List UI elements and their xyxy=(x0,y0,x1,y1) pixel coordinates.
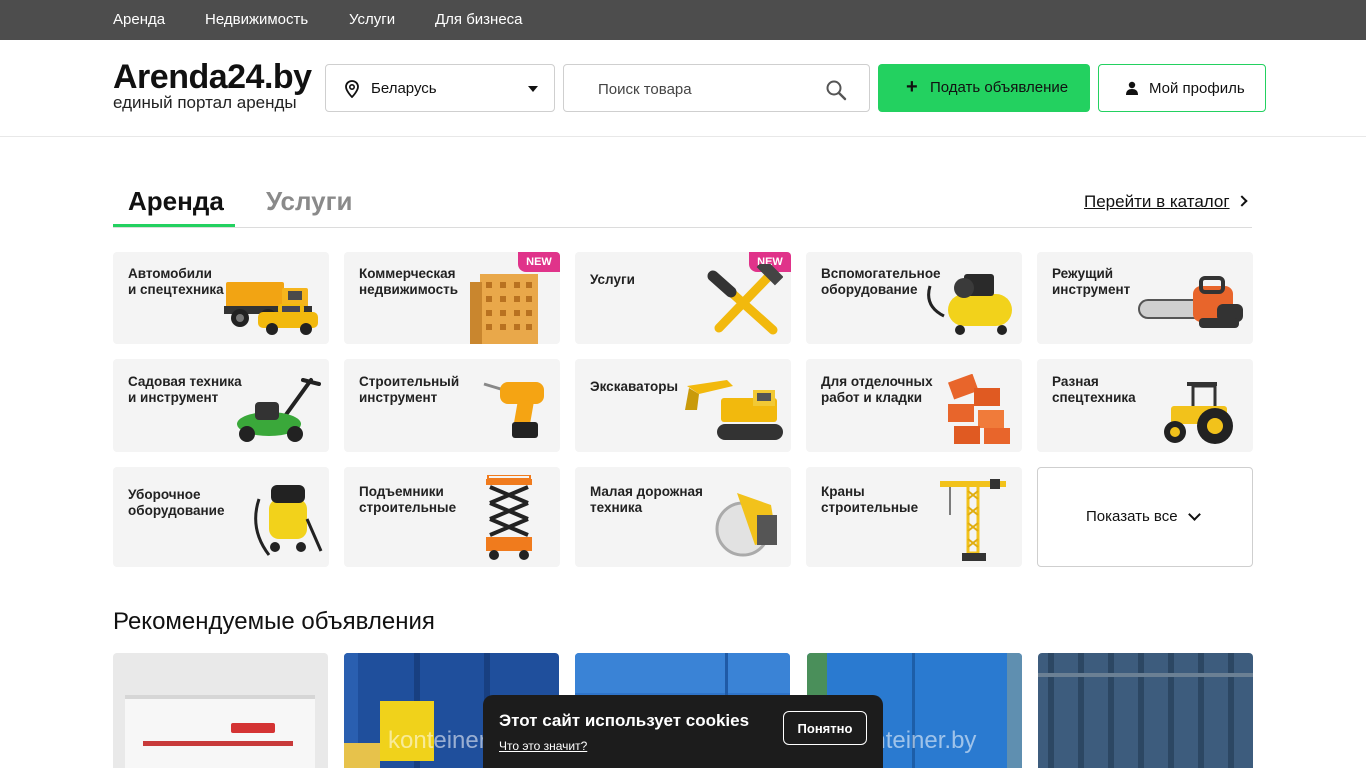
category-card-road-machinery[interactable]: Малая дорожная техника xyxy=(575,467,791,567)
category-card-commercial-realty[interactable]: Коммерческая недвижимость NEW xyxy=(344,252,560,344)
post-ad-button[interactable]: + Подать объявление xyxy=(878,64,1090,112)
crane-icon xyxy=(940,479,1006,561)
category-card-cranes[interactable]: Краны строительные xyxy=(806,467,1022,567)
active-tab-indicator xyxy=(113,224,235,227)
building-icon xyxy=(470,274,538,344)
cookie-message: Этот сайт использует cookies xyxy=(499,711,750,730)
show-all-categories-button[interactable]: Показать все xyxy=(1037,467,1253,567)
topnav-item-services[interactable]: Услуги xyxy=(349,11,395,28)
location-pin-icon xyxy=(345,80,359,98)
cookie-accept-button[interactable]: Понятно xyxy=(783,711,867,745)
my-profile-button[interactable]: Мой профиль xyxy=(1098,64,1266,112)
search-box xyxy=(563,64,870,112)
plus-icon: + xyxy=(906,76,918,98)
category-card-excavators[interactable]: Экскаваторы xyxy=(575,359,791,452)
category-card-lifts[interactable]: Подъемники строительные xyxy=(344,467,560,567)
recommended-title: Рекомендуемые объявления xyxy=(113,608,435,635)
scissor-lift-icon xyxy=(486,475,532,560)
tab-rent[interactable]: Аренда xyxy=(128,186,224,217)
chevron-down-icon xyxy=(528,86,538,92)
topnav-item-rent[interactable]: Аренда xyxy=(113,11,165,28)
cookie-info-link[interactable]: Что это значит? xyxy=(499,739,587,753)
category-card-construction-tools[interactable]: Строительный инструмент xyxy=(344,359,560,452)
listing-card[interactable] xyxy=(1038,653,1253,768)
region-label: Беларусь xyxy=(371,80,437,97)
site-header: Arenda24.by единый портал аренды Беларус… xyxy=(0,40,1366,137)
hammer-wrench-icon xyxy=(707,264,783,335)
tab-services[interactable]: Услуги xyxy=(266,186,352,217)
category-card-misc-machinery[interactable]: Разная спецтехника xyxy=(1037,359,1253,452)
category-card-cleaning[interactable]: Уборочное оборудование xyxy=(113,467,329,567)
vacuum-icon xyxy=(254,485,323,556)
category-card-garden[interactable]: Садовая техника и инструмент xyxy=(113,359,329,452)
category-card-cutting-tools[interactable]: Режущий инструмент xyxy=(1037,252,1253,344)
user-icon xyxy=(1126,81,1138,95)
chainsaw-icon xyxy=(1138,276,1243,328)
topnav-item-realty[interactable]: Недвижимость xyxy=(205,11,308,28)
category-card-auxiliary-equipment[interactable]: Вспомогательное оборудование xyxy=(806,252,1022,344)
category-card-finishing-masonry[interactable]: Для отделочных работ и кладки xyxy=(806,359,1022,452)
bricks-icon xyxy=(947,374,1010,444)
region-select[interactable]: Беларусь xyxy=(325,64,555,112)
lawn-mower-icon xyxy=(237,378,321,442)
top-navigation: Аренда Недвижимость Услуги Для бизнеса xyxy=(0,0,1366,40)
dump-truck-icon xyxy=(224,282,318,335)
road-saw-icon xyxy=(715,493,777,557)
topnav-item-business[interactable]: Для бизнеса xyxy=(435,11,523,28)
chevron-down-icon xyxy=(1188,508,1201,521)
search-input[interactable] xyxy=(598,78,818,100)
catalog-link[interactable]: Перейти в каталог xyxy=(1084,192,1248,212)
search-icon[interactable] xyxy=(825,79,847,101)
cookie-banner: Этот сайт использует cookies Что это зна… xyxy=(483,695,883,768)
listing-photo xyxy=(1038,653,1253,768)
drill-icon xyxy=(483,382,544,438)
chevron-right-icon xyxy=(1235,195,1248,207)
category-card-services[interactable]: Услуги NEW xyxy=(575,252,791,344)
category-card-vehicles[interactable]: Автомобили и спецтехника xyxy=(113,252,329,344)
excavator-icon xyxy=(685,380,783,440)
compressor-icon xyxy=(927,274,1012,335)
category-tabs: Аренда Услуги xyxy=(113,180,1252,228)
logo-tagline: единый портал аренды xyxy=(113,93,297,112)
listing-card[interactable] xyxy=(113,653,328,768)
logo[interactable]: Arenda24.by xyxy=(113,58,312,97)
listing-photo xyxy=(113,653,328,768)
tractor-icon xyxy=(1164,382,1233,444)
